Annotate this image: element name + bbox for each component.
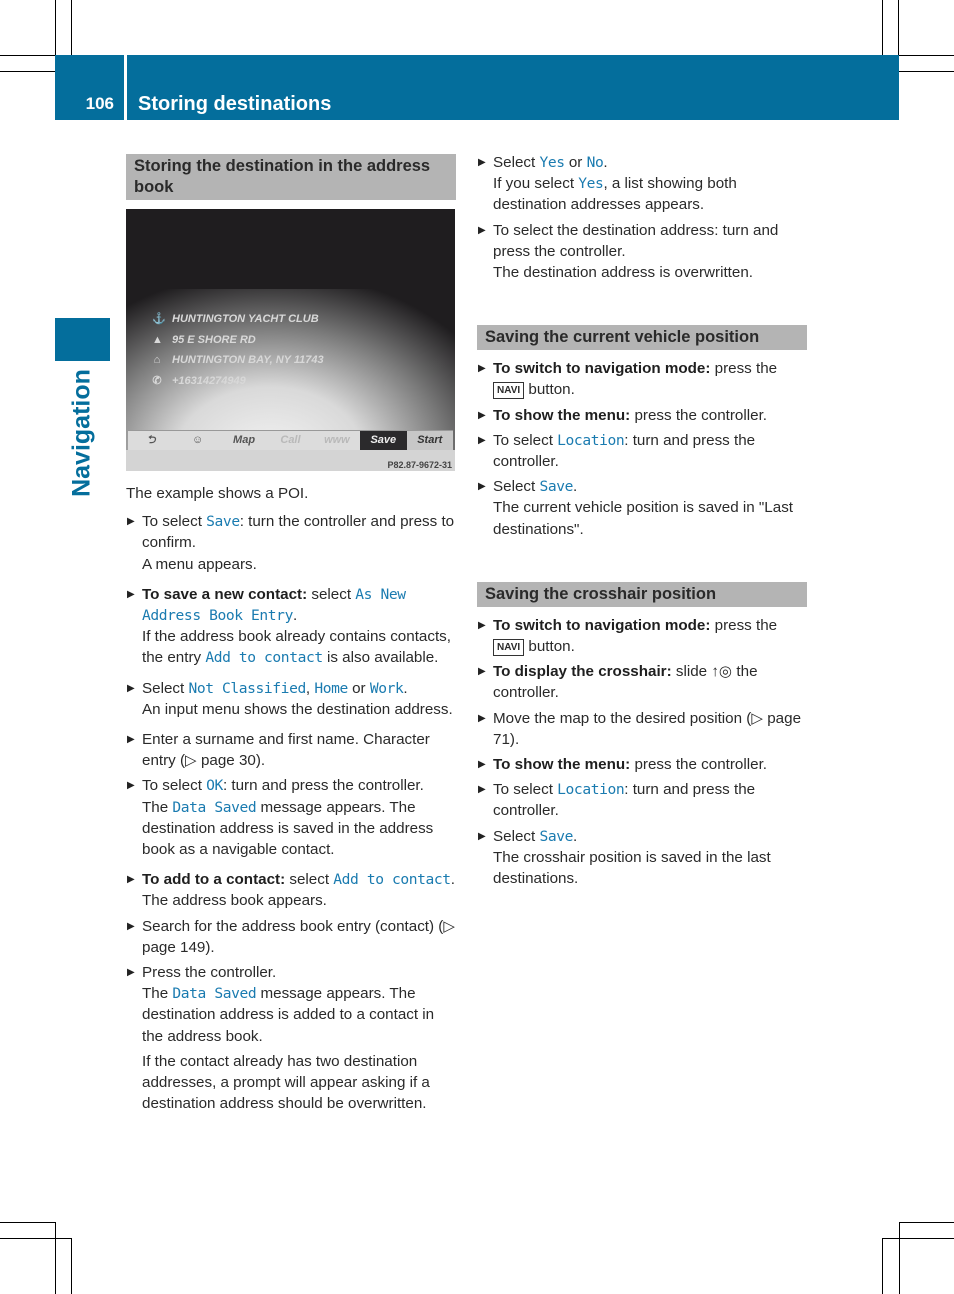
steps-list: To switch to navigation mode: press the … xyxy=(477,358,807,540)
right-column: Select Yes or No. If you select Yes, a l… xyxy=(477,152,807,889)
step-item: To display the crosshair: slide ↑◎ the c… xyxy=(477,661,807,703)
crop-mark xyxy=(55,1222,56,1294)
left-column: Storing the destination in the address b… xyxy=(126,154,456,1114)
page-section-title: Storing destinations xyxy=(138,93,332,115)
ui-term: Save xyxy=(539,827,573,845)
poi-name-row: ⚓ HUNTINGTON YACHT CLUB xyxy=(152,309,324,330)
controller-slide-icon: ↑◎ xyxy=(711,663,733,681)
side-tab-marker xyxy=(55,318,110,361)
ui-term: Home xyxy=(314,679,348,697)
ui-term: Data Saved xyxy=(172,798,257,816)
step-item: Press the controller. The Data Saved mes… xyxy=(126,962,456,1114)
poi-details: ⚓ HUNTINGTON YACHT CLUB ▲ 95 E SHORE RD ⌂ H… xyxy=(152,309,324,391)
back-icon: ⮌ xyxy=(146,434,156,446)
steps-list: To select Save: turn the controller and … xyxy=(126,511,456,1114)
ui-term: Location xyxy=(557,431,625,449)
screenshot-figure: ⚓ HUNTINGTON YACHT CLUB ▲ 95 E SHORE RD ⌂ H… xyxy=(126,209,455,471)
steps-list: Select Yes or No. If you select Yes, a l… xyxy=(477,152,807,283)
header-bar: Storing destinations xyxy=(127,55,899,120)
crop-mark xyxy=(899,1222,900,1294)
ui-term: Save xyxy=(206,513,240,531)
steps-list: To switch to navigation mode: press the … xyxy=(477,615,807,889)
menu-call: Call xyxy=(280,434,301,446)
step-item: To show the menu: press the controller. xyxy=(477,405,807,426)
page-number-box: 106 xyxy=(55,55,124,120)
side-tab-label: Navigation xyxy=(67,368,96,497)
menu-save: Save xyxy=(360,431,407,450)
navi-key-icon: NAVI xyxy=(493,382,525,400)
crop-mark xyxy=(0,55,55,56)
step-item: To select Location: turn and press the c… xyxy=(477,430,807,472)
menu-www: www xyxy=(324,434,350,446)
crop-mark xyxy=(55,0,56,55)
crop-mark xyxy=(882,1238,954,1239)
ui-term: Save xyxy=(539,478,573,496)
poi-street-row: ▲ 95 E SHORE RD xyxy=(152,330,324,351)
step-item: Move the map to the desired position (▷ … xyxy=(477,708,807,750)
crop-mark xyxy=(71,1238,72,1294)
ui-term: Location xyxy=(557,781,625,799)
ui-term: Data Saved xyxy=(172,985,257,1003)
navi-key-icon: NAVI xyxy=(493,639,525,657)
crop-mark xyxy=(899,55,954,56)
crop-mark xyxy=(0,1222,55,1223)
ui-term: Yes xyxy=(539,154,565,171)
menu-map: Map xyxy=(233,434,256,446)
step-item: Search for the address book entry (conta… xyxy=(126,916,456,958)
step-item: To select Save: turn the controller and … xyxy=(126,511,456,575)
section-heading: Saving the current vehicle position xyxy=(477,325,807,351)
ui-term: Add to contact xyxy=(205,649,323,667)
step-item: To switch to navigation mode: press the … xyxy=(477,358,807,400)
figure-code: P82.87-9672-31 xyxy=(387,460,452,470)
city-icon: ⌂ xyxy=(153,354,161,366)
step-item: To select OK: turn and press the control… xyxy=(126,775,456,860)
crop-mark xyxy=(899,71,954,72)
menu-start: Start xyxy=(406,431,453,450)
crop-mark xyxy=(71,0,72,55)
step-item: To select the destination address: turn … xyxy=(477,220,807,284)
crop-mark xyxy=(898,0,899,55)
crop-mark xyxy=(0,71,55,72)
ui-term: Work xyxy=(369,679,404,697)
crop-mark xyxy=(0,1238,71,1239)
step-item: Select Yes or No. If you select Yes, a l… xyxy=(477,152,807,216)
poi-phone-row: ✆ +16314274949 xyxy=(152,371,324,392)
poi-city-row: ⌂ HUNTINGTON BAY, NY 11743 xyxy=(152,350,324,371)
street-icon: ▲ xyxy=(152,333,163,346)
step-item: To save a new contact: select As New Add… xyxy=(126,584,456,669)
step-item: To show the menu: press the controller. xyxy=(477,754,807,775)
intro-text: The example shows a POI. xyxy=(126,485,309,502)
section-heading: Saving the crosshair position xyxy=(477,581,807,607)
figure-caption-bar: P82.87-9672-31 xyxy=(126,450,455,471)
ui-term: Yes xyxy=(578,175,604,193)
step-item: To add to a contact: select Add to conta… xyxy=(126,869,456,911)
step-item: Select Save. The current vehicle positio… xyxy=(477,476,807,540)
step-item: Select Save. The crosshair position is s… xyxy=(477,826,807,890)
crop-mark xyxy=(882,1238,883,1294)
step-item: To switch to navigation mode: press the … xyxy=(477,615,807,657)
display-menu-bar: ⮌ ☺ Map Call www Save Start xyxy=(128,430,453,450)
step-note: If the contact already has two destinati… xyxy=(142,1052,430,1113)
ui-term: No xyxy=(586,154,604,171)
crop-mark xyxy=(882,0,883,55)
contacts-icon: ☺ xyxy=(192,434,204,446)
section-heading: Storing the destination in the address b… xyxy=(126,154,456,200)
ui-term: Not Classified xyxy=(188,679,306,697)
ui-term: Add to contact xyxy=(333,871,451,889)
navigation-display-screenshot: ⚓ HUNTINGTON YACHT CLUB ▲ 95 E SHORE RD ⌂ H… xyxy=(126,209,455,471)
step-item: To select Location: turn and press the c… xyxy=(477,779,807,821)
page-number: 106 xyxy=(85,94,114,113)
poi-icon: ⚓ xyxy=(152,313,166,325)
ui-term: OK xyxy=(206,777,223,795)
phone-icon: ✆ xyxy=(152,374,162,387)
step-item: Enter a surname and first name. Characte… xyxy=(126,729,456,771)
crop-mark xyxy=(899,1222,954,1223)
step-item: Select Not Classified, Home or Work. An … xyxy=(126,678,456,720)
